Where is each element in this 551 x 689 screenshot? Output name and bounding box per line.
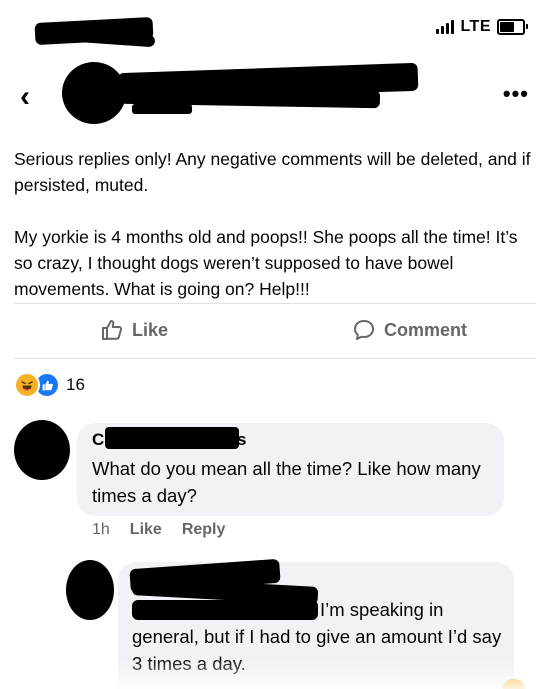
comment-button[interactable]: Comment: [352, 318, 467, 342]
reply-text-first-line: I’m speaking in: [320, 599, 444, 620]
redacted-post-meta: [132, 104, 192, 114]
post-paragraph: Serious replies only! Any negative comme…: [14, 149, 531, 195]
bottom-fade: [0, 659, 551, 689]
reaction-summary[interactable]: 16: [14, 372, 85, 398]
haha-reaction-icon: [14, 372, 40, 398]
battery-icon: [497, 19, 528, 35]
comment-timestamp: 1h: [92, 521, 110, 538]
reaction-count: 16: [66, 375, 85, 394]
thumbs-up-icon: [102, 320, 123, 340]
redacted-replier-avatar: [66, 560, 114, 620]
comment-meta: 1h Like Reply: [92, 521, 225, 539]
signal-icon: [436, 20, 455, 34]
more-options-button[interactable]: •••: [503, 83, 529, 105]
like-button[interactable]: Like: [100, 318, 168, 342]
comment-bubble-icon: [354, 320, 374, 340]
comment-reply-button[interactable]: Reply: [182, 521, 226, 539]
redacted-reply-mention: [132, 600, 318, 620]
post-paragraph: My yorkie is 4 months old and poops!! Sh…: [14, 227, 518, 299]
like-label: Like: [132, 319, 169, 340]
post-body: Serious replies only! Any negative comme…: [14, 146, 539, 328]
redacted-avatar: [62, 62, 126, 124]
comment-text: What do you mean all the time? Like how …: [92, 458, 481, 506]
comment-label: Comment: [384, 319, 468, 340]
commenter-name-initial[interactable]: C: [92, 430, 104, 450]
commenter-name-tail[interactable]: s: [237, 430, 246, 450]
back-button[interactable]: ‹: [20, 82, 30, 112]
post-action-bar: Like Comment: [14, 303, 536, 359]
network-label: LTE: [460, 18, 491, 35]
redacted-commenter-name: [105, 427, 239, 449]
redacted-commenter-avatar: [14, 420, 70, 480]
status-bar-right: LTE: [436, 18, 528, 36]
comment-like-button[interactable]: Like: [130, 521, 162, 539]
comment-bubble[interactable]: C s What do you mean all the time? Like …: [77, 423, 504, 516]
